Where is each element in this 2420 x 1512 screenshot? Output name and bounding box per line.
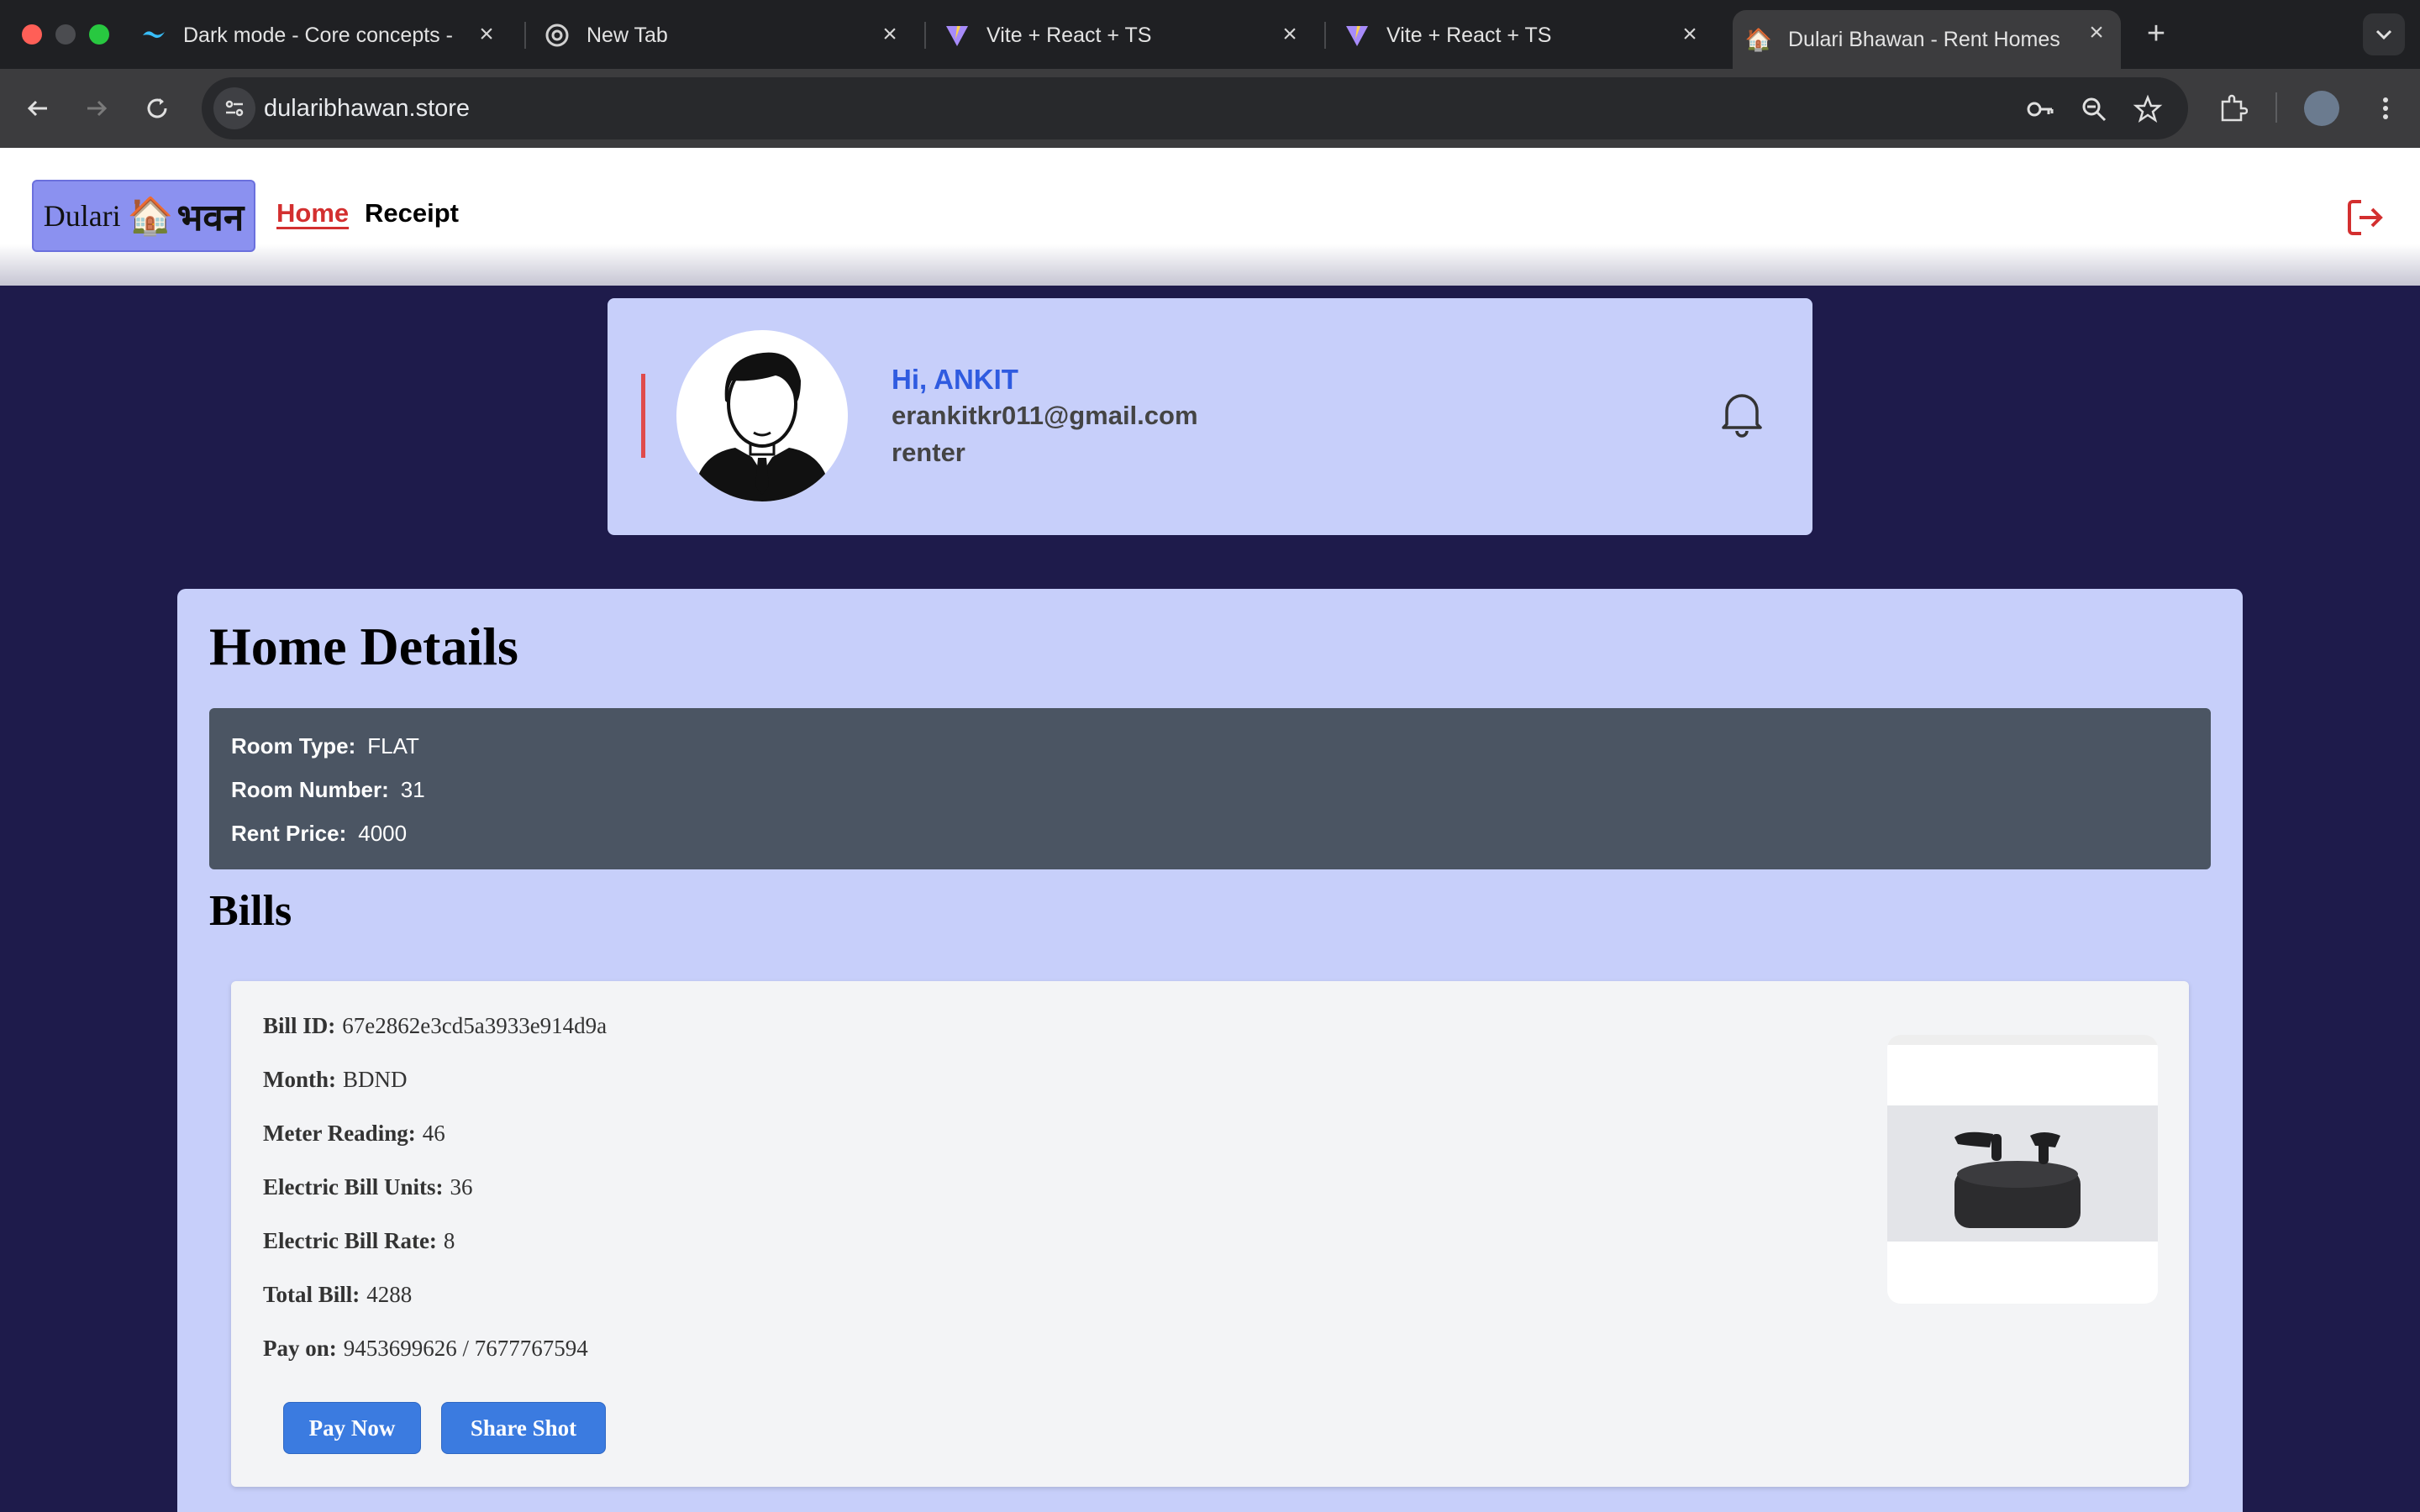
- electric-rate-row: Electric Bill Rate: 8: [263, 1228, 455, 1254]
- room-details-box: Room Type: FLAT Room Number: 31 Rent Price…: [209, 708, 2211, 869]
- room-type-row: Room Type: FLAT: [231, 733, 419, 759]
- rent-price-row: Rent Price: 4000: [231, 821, 407, 847]
- browser-tab[interactable]: Vite + React + TS ×: [944, 12, 1314, 59]
- home-details-card: Home Details Room Type: FLAT Room Number:…: [177, 589, 2243, 1512]
- new-tab-button[interactable]: +: [2139, 17, 2173, 50]
- close-icon[interactable]: ×: [877, 22, 902, 47]
- more-menu-icon[interactable]: [2368, 91, 2403, 126]
- browser-tab-bar: Dark mode - Core concepts - × New Tab × …: [0, 0, 2420, 69]
- pay-on-label: Pay on:: [263, 1336, 337, 1361]
- nav-receipt-link[interactable]: Receipt: [365, 198, 459, 228]
- greeting-text: Hi, ANKIT: [892, 364, 1018, 395]
- tab-title: Vite + React + TS: [986, 23, 1152, 47]
- zoom-icon[interactable]: [2079, 94, 2109, 124]
- browser-tab[interactable]: Dark mode - Core concepts - ×: [141, 12, 511, 59]
- month-label: Month:: [263, 1067, 336, 1092]
- chrome-icon: [544, 23, 570, 48]
- electric-rate-value: 8: [443, 1228, 455, 1253]
- pay-now-button[interactable]: Pay Now: [283, 1402, 421, 1454]
- window-maximize-button[interactable]: [89, 24, 109, 45]
- url-text[interactable]: dularibhawan.store: [264, 77, 470, 139]
- bills-title: Bills: [209, 887, 292, 935]
- pay-on-value: 9453699626 / 7677767594: [343, 1336, 588, 1361]
- total-bill-label: Total Bill:: [263, 1282, 360, 1307]
- bill-card: Bill ID: 67e2862e3cd5a3933e914d9a Month: B…: [231, 981, 2189, 1487]
- room-type-label: Room Type:: [231, 733, 356, 759]
- site-logo[interactable]: Dulari 🏠 भवन: [32, 180, 255, 252]
- close-icon[interactable]: ×: [1677, 22, 1702, 47]
- share-shot-button[interactable]: Share Shot: [441, 1402, 606, 1454]
- close-icon[interactable]: ×: [1277, 22, 1302, 47]
- tab-title: New Tab: [587, 23, 668, 47]
- toolbar-divider: [2275, 92, 2277, 123]
- logo-text-hindi: भवन: [176, 197, 245, 239]
- tab-title: Dark mode - Core concepts -: [183, 23, 453, 47]
- electric-units-label: Electric Bill Units:: [263, 1174, 444, 1200]
- profile-avatar-icon[interactable]: [2304, 91, 2339, 126]
- chevron-down-icon: [2375, 29, 2392, 40]
- house-icon: 🏠: [127, 196, 174, 237]
- forward-button[interactable]: [77, 89, 116, 128]
- bell-icon[interactable]: [1718, 389, 1765, 439]
- bookmark-star-icon[interactable]: [2133, 94, 2163, 124]
- meter-reading-row: Meter Reading: 46: [263, 1121, 445, 1147]
- month-value: BDND: [343, 1067, 408, 1092]
- browser-toolbar: dularibhawan.store: [0, 69, 2420, 148]
- logo-text: Dulari: [43, 199, 121, 233]
- reload-button[interactable]: [138, 89, 176, 128]
- pay-on-row: Pay on: 9453699626 / 7677767594: [263, 1336, 588, 1362]
- vite-icon: [944, 23, 970, 48]
- home-details-title: Home Details: [209, 617, 518, 676]
- bill-attachment-image[interactable]: [1887, 1035, 2158, 1304]
- user-avatar: [676, 330, 848, 501]
- close-icon[interactable]: ×: [474, 22, 499, 47]
- extensions-icon[interactable]: [2215, 91, 2250, 126]
- bill-id-row: Bill ID: 67e2862e3cd5a3933e914d9a: [263, 1013, 607, 1039]
- window-minimize-button[interactable]: [55, 24, 76, 45]
- window-close-button[interactable]: [22, 24, 42, 45]
- month-row: Month: BDND: [263, 1067, 408, 1093]
- room-number-row: Room Number: 31: [231, 777, 425, 803]
- nav-home-link[interactable]: Home: [276, 198, 349, 228]
- back-arrow-icon: [27, 100, 47, 117]
- rent-price-value: 4000: [358, 821, 408, 846]
- bill-id-label: Bill ID:: [263, 1013, 336, 1038]
- back-button[interactable]: [18, 89, 57, 128]
- logout-icon[interactable]: [2344, 197, 2386, 239]
- meter-reading-value: 46: [422, 1121, 445, 1146]
- site-info-icon[interactable]: [213, 87, 255, 129]
- tailwind-icon: [141, 23, 166, 48]
- bill-id-value: 67e2862e3cd5a3933e914d9a: [342, 1013, 608, 1038]
- vite-icon: [1344, 23, 1370, 48]
- browser-tab[interactable]: New Tab ×: [544, 12, 914, 59]
- meter-reading-label: Meter Reading:: [263, 1121, 416, 1146]
- browser-tab-active[interactable]: 🏠 Dulari Bhawan - Rent Homes ×: [1733, 10, 2121, 69]
- profile-card: Hi, ANKIT erankitkr011@gmail.com renter: [608, 298, 1812, 535]
- site-header: Dulari 🏠 भवन Home Receipt: [0, 148, 2420, 286]
- key-icon[interactable]: [2025, 94, 2055, 124]
- tab-search-button[interactable]: [2363, 13, 2405, 55]
- accent-bar: [641, 374, 645, 458]
- electric-rate-label: Electric Bill Rate:: [263, 1228, 437, 1253]
- forward-arrow-icon: [87, 100, 108, 117]
- electric-units-row: Electric Bill Units: 36: [263, 1174, 472, 1200]
- close-icon[interactable]: ×: [2084, 20, 2109, 45]
- room-type-value: FLAT: [367, 733, 419, 759]
- total-bill-row: Total Bill: 4288: [263, 1282, 412, 1308]
- browser-tab[interactable]: Vite + React + TS ×: [1344, 12, 1714, 59]
- tab-title: Vite + React + TS: [1386, 23, 1552, 47]
- user-role: renter: [892, 438, 965, 467]
- room-number-value: 31: [400, 777, 425, 802]
- house-icon: 🏠: [1744, 26, 1773, 52]
- user-email: erankitkr011@gmail.com: [892, 401, 1198, 430]
- tab-title: Dulari Bhawan - Rent Homes: [1788, 27, 2060, 51]
- address-bar[interactable]: dularibhawan.store: [202, 77, 2188, 139]
- room-number-label: Room Number:: [231, 777, 389, 802]
- reload-icon: [147, 98, 167, 118]
- rent-price-label: Rent Price:: [231, 821, 347, 846]
- total-bill-value: 4288: [366, 1282, 413, 1307]
- electric-units-value: 36: [450, 1174, 473, 1200]
